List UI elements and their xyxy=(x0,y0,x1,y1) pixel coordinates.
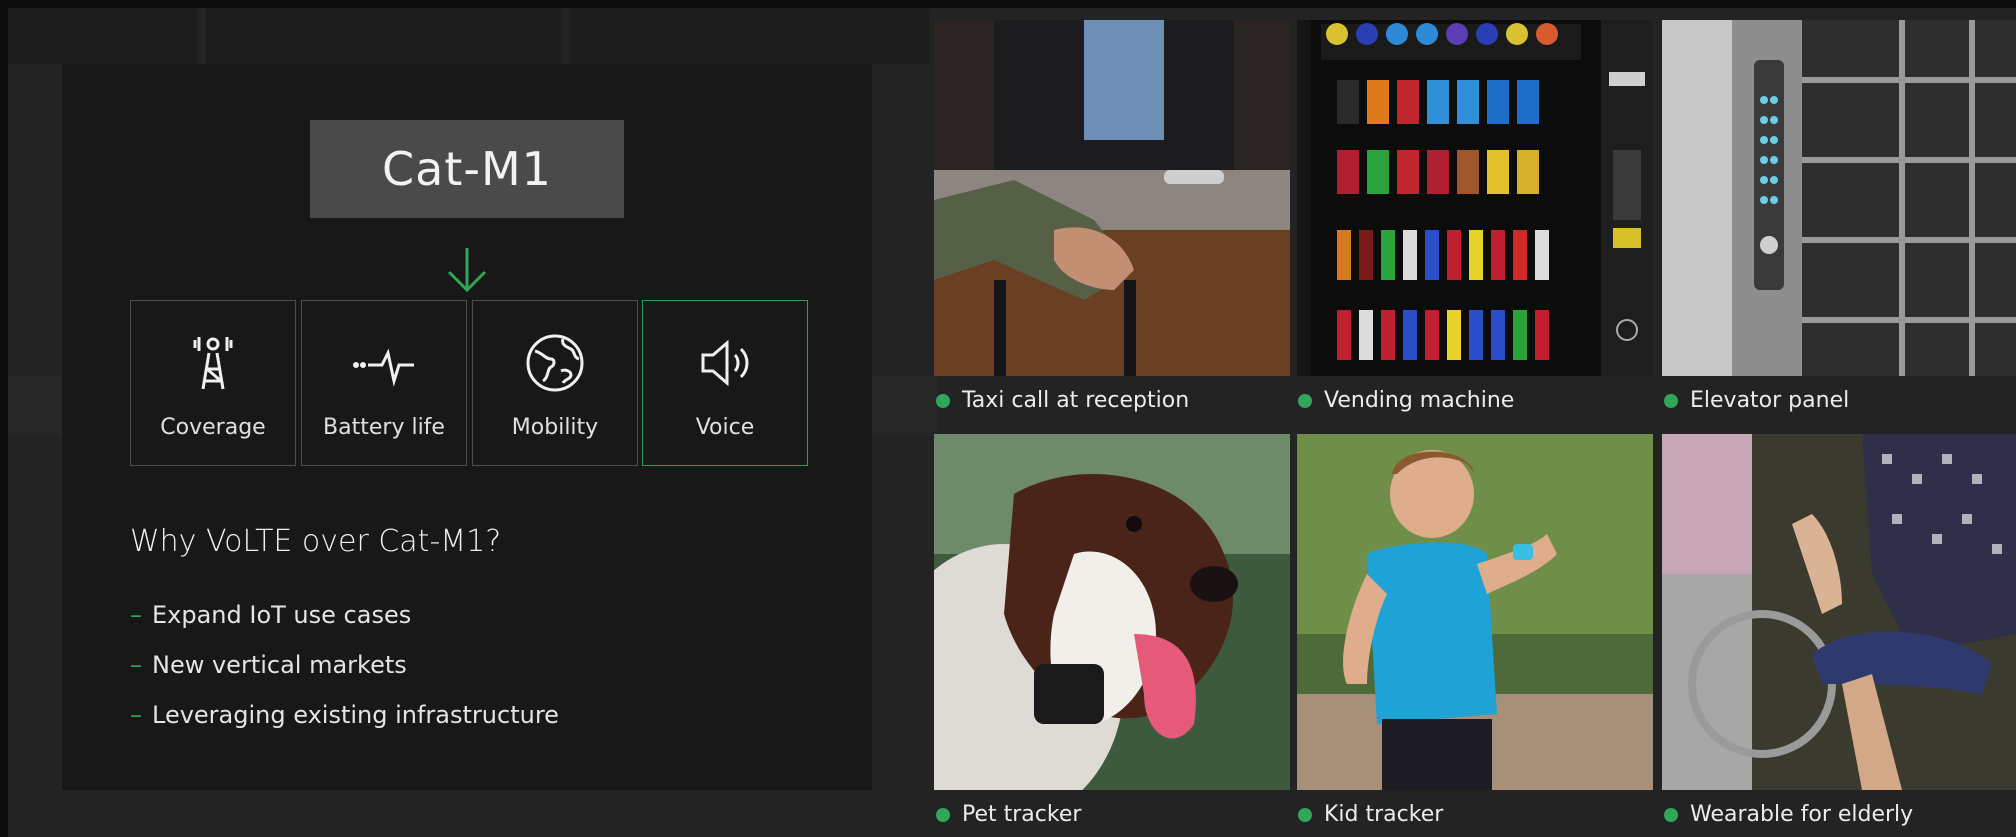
use-case-caption: Pet tracker xyxy=(936,802,1081,827)
photo-taxi-call xyxy=(934,20,1290,376)
use-case-caption: Vending machine xyxy=(1298,388,1514,413)
speaker-icon xyxy=(701,339,749,387)
green-dot-icon xyxy=(1664,393,1678,408)
green-dot-icon xyxy=(936,807,950,822)
feature-mobility[interactable]: Mobility xyxy=(472,300,638,466)
background-panel xyxy=(569,8,929,64)
photo-elevator-panel xyxy=(1662,20,2016,376)
feature-label: Voice xyxy=(695,415,755,440)
use-case-caption: Elevator panel xyxy=(1664,388,1849,413)
feature-battery-life[interactable]: Battery life xyxy=(301,300,467,466)
use-case-caption: Kid tracker xyxy=(1298,802,1443,827)
bullet-dash: – xyxy=(130,601,142,629)
list-item: – New vertical markets xyxy=(130,651,407,679)
photo-vending-machine xyxy=(1297,20,1653,376)
use-case-caption: Taxi call at reception xyxy=(936,388,1189,413)
photo-wearable-elderly xyxy=(1662,434,2016,790)
use-case-caption: Wearable for elderly xyxy=(1664,802,1913,827)
background-panel xyxy=(8,8,198,64)
feature-label: Battery life xyxy=(323,415,445,440)
feature-coverage[interactable]: Coverage xyxy=(130,300,296,466)
list-item: – Expand IoT use cases xyxy=(130,601,412,629)
battery-pulse-icon xyxy=(353,348,414,387)
benefit-list: – Expand IoT use cases – New vertical mark… xyxy=(130,590,559,740)
photo-kid-tracker xyxy=(1297,434,1653,790)
bullet-dash: – xyxy=(130,651,142,679)
arrow-down-icon xyxy=(447,248,487,293)
green-dot-icon xyxy=(1298,807,1312,822)
cat-m1-card: Cat-M1 Coverage Battery life Mobility Vo… xyxy=(62,64,872,790)
cat-m1-title: Cat-M1 xyxy=(310,120,624,218)
question-heading: Why VoLTE over Cat-M1? xyxy=(130,524,502,559)
feature-voice[interactable]: Voice xyxy=(642,300,808,466)
feature-label: Coverage xyxy=(160,415,266,440)
bullet-dash: – xyxy=(130,701,142,729)
green-dot-icon xyxy=(1664,807,1678,822)
list-item: – Leveraging existing infrastructure xyxy=(130,701,559,729)
green-dot-icon xyxy=(1298,393,1312,408)
coverage-tower-icon xyxy=(193,337,233,390)
photo-pet-tracker xyxy=(934,434,1290,790)
background-panel xyxy=(206,8,561,64)
globe-icon xyxy=(526,334,584,392)
feature-label: Mobility xyxy=(511,415,599,440)
green-dot-icon xyxy=(936,393,950,408)
